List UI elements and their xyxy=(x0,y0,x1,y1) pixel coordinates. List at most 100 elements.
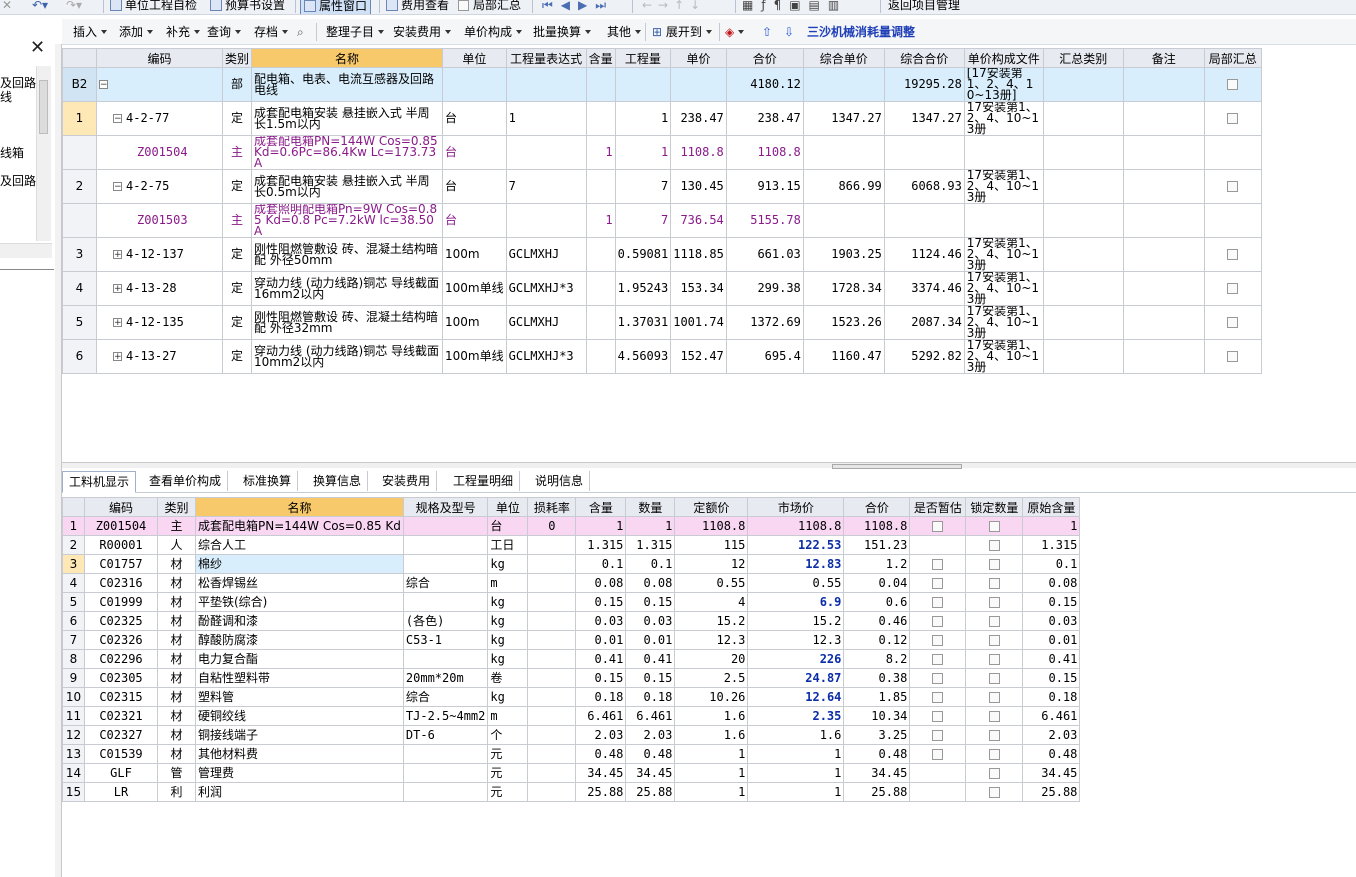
cell-code[interactable]: C01539 xyxy=(84,744,158,764)
cell-code[interactable]: LR xyxy=(84,782,158,802)
cell-lock[interactable] xyxy=(965,744,1024,764)
cell-type[interactable]: 定 xyxy=(221,237,253,272)
cell-note[interactable] xyxy=(1122,67,1205,102)
other-menu[interactable]: 其他 xyxy=(607,23,642,41)
cell-estimate[interactable] xyxy=(909,611,967,631)
cell-qty[interactable]: 1 xyxy=(625,516,676,536)
cell-lock[interactable] xyxy=(965,649,1024,669)
item-row[interactable]: 1−4-2-77 定成套配电箱安装 悬挂嵌入式 半周长1.5m以内台 1 1 238.4… xyxy=(62,101,1262,136)
unit-price-menu[interactable]: 单价构成 xyxy=(464,23,523,41)
cell-spec[interactable]: 综合 xyxy=(402,573,489,593)
main-material-row[interactable]: Z001503 主成套照明配电箱Pn=9W Cos=0.85 Kd=0.8 Pc=… xyxy=(62,203,1262,238)
header-content[interactable]: 含量 xyxy=(575,497,627,517)
cell-qty[interactable]: 34.45 xyxy=(625,763,676,783)
cell-spec[interactable] xyxy=(402,554,489,574)
cell-total[interactable]: 25.88 xyxy=(843,782,911,802)
material-row[interactable]: 12 C02327 材铜接线端子 DT-6 个 2.03 2.03 1.6 1.6 3.25 2.0… xyxy=(62,725,1081,745)
row-number[interactable]: 9 xyxy=(62,668,85,688)
cell-unit[interactable]: 元 xyxy=(487,782,529,802)
cell-file[interactable]: 17安装第1、2、4、10~13册 xyxy=(963,237,1044,272)
cell-unit[interactable]: kg xyxy=(487,611,529,631)
header-type[interactable]: 类别 xyxy=(157,497,196,517)
cell-type[interactable]: 定 xyxy=(221,339,253,374)
cell-lock[interactable] xyxy=(965,573,1024,593)
cell-price[interactable] xyxy=(670,67,727,102)
cell-note[interactable] xyxy=(1122,203,1205,238)
cell-content[interactable]: 0.1 xyxy=(575,554,627,574)
cell-local-sum[interactable] xyxy=(1203,101,1262,136)
header-total[interactable]: 合价 xyxy=(843,497,911,517)
cell-spec[interactable]: DT-6 xyxy=(402,725,489,745)
cell-market-price[interactable]: 24.87 xyxy=(747,668,845,688)
cell-qty[interactable]: 1.37031 xyxy=(614,305,672,340)
cell-price[interactable]: 153.34 xyxy=(670,271,727,306)
cell-name[interactable]: 平垫铁(综合) xyxy=(195,592,404,612)
cell-market-price[interactable]: 1108.8 xyxy=(747,516,845,536)
cell-qty[interactable]: 4.56093 xyxy=(614,339,672,374)
nav-arrows-icon[interactable]: ⏮◀▶⏭ xyxy=(542,0,614,13)
row-number[interactable]: 4 xyxy=(62,271,97,306)
cell-orig-content[interactable]: 1 xyxy=(1022,516,1081,536)
cell-code[interactable]: GLF xyxy=(84,763,158,783)
cell-code[interactable]: +4-13-28 xyxy=(96,271,223,306)
cell-note[interactable] xyxy=(1122,271,1205,306)
cell-base-price[interactable]: 12 xyxy=(674,554,749,574)
estimate-checkbox[interactable] xyxy=(932,578,944,589)
cell-estimate[interactable] xyxy=(909,649,967,669)
material-row[interactable]: 4 C02316 材松香焊锡丝 综合 m 0.08 0.08 0.55 0.55 0.04 0.08 xyxy=(62,573,1081,593)
install-fee-menu[interactable]: 安装费用 xyxy=(393,23,452,41)
cell-type[interactable]: 材 xyxy=(157,554,196,574)
tab-material[interactable]: 工料机显示 xyxy=(62,471,137,493)
cell-content[interactable]: 6.461 xyxy=(575,706,627,726)
lock-checkbox[interactable] xyxy=(988,654,1000,665)
cell-expr[interactable] xyxy=(505,135,587,170)
cell-name[interactable]: 电力复合酯 xyxy=(195,649,404,669)
batch-convert-menu[interactable]: 批量换算 xyxy=(533,23,592,41)
cell-unit[interactable]: kg xyxy=(487,649,529,669)
row-number[interactable]: 6 xyxy=(62,611,85,631)
cell-orig-content[interactable]: 34.45 xyxy=(1022,763,1081,783)
cell-base-price[interactable]: 1.6 xyxy=(674,725,749,745)
tree-item[interactable]: 线箱 xyxy=(0,146,24,160)
cell-ctotal[interactable]: 1347.27 xyxy=(883,101,965,136)
cell-content[interactable] xyxy=(585,169,616,204)
header-cprice[interactable]: 综合单价 xyxy=(802,48,885,68)
cell-price[interactable]: 1108.8 xyxy=(670,135,727,170)
cell-content[interactable] xyxy=(585,271,616,306)
header-unit[interactable]: 单位 xyxy=(487,497,529,517)
cell-loss[interactable] xyxy=(527,554,577,574)
cell-estimate[interactable] xyxy=(909,744,967,764)
header-qty[interactable]: 工程量 xyxy=(614,48,672,68)
header-ctotal[interactable]: 综合合价 xyxy=(883,48,965,68)
row-number[interactable]: 4 xyxy=(62,573,85,593)
cell-type[interactable]: 材 xyxy=(157,592,196,612)
estimate-checkbox[interactable] xyxy=(932,711,944,722)
cell-loss[interactable] xyxy=(527,649,577,669)
cell-type[interactable]: 利 xyxy=(157,782,196,802)
cell-cprice[interactable]: 1347.27 xyxy=(802,101,885,136)
cell-type[interactable]: 材 xyxy=(157,687,196,707)
cell-type[interactable]: 材 xyxy=(157,668,196,688)
cell-estimate[interactable] xyxy=(909,535,967,555)
header-code[interactable]: 编码 xyxy=(96,48,223,68)
cell-code[interactable]: C02321 xyxy=(84,706,158,726)
cell-code[interactable]: Z001503 xyxy=(96,203,223,238)
expand-icon[interactable]: + xyxy=(113,284,122,294)
tab-unit-price[interactable]: 查看单价构成 xyxy=(143,471,229,491)
header-market-price[interactable]: 市场价 xyxy=(747,497,845,517)
scroll-thumb[interactable] xyxy=(39,80,48,134)
cell-loss[interactable] xyxy=(527,668,577,688)
cell-total[interactable]: 3.25 xyxy=(843,725,911,745)
cell-unit[interactable] xyxy=(442,67,507,102)
header-lock[interactable]: 锁定数量 xyxy=(965,497,1024,517)
local-sum-checkbox[interactable] xyxy=(1227,113,1239,124)
cell-name[interactable]: 穿动力线 (动力线路)铜芯 导线截面 16mm2以内 xyxy=(251,271,444,306)
cell-qty[interactable]: 0.41 xyxy=(625,649,676,669)
cell-ctotal[interactable] xyxy=(883,203,965,238)
cell-ctotal[interactable]: 19295.28 xyxy=(883,67,965,102)
sansha-adjust-link[interactable]: 三沙机械消耗量调整 xyxy=(807,23,915,41)
cell-qty[interactable]: 0.1 xyxy=(625,554,676,574)
material-row[interactable]: 7 C02326 材醇酸防腐漆 C53-1 kg 0.01 0.01 12.3 12.3 0.12… xyxy=(62,630,1081,650)
cell-code[interactable]: C02316 xyxy=(84,573,158,593)
header-category[interactable]: 汇总类别 xyxy=(1042,48,1124,68)
